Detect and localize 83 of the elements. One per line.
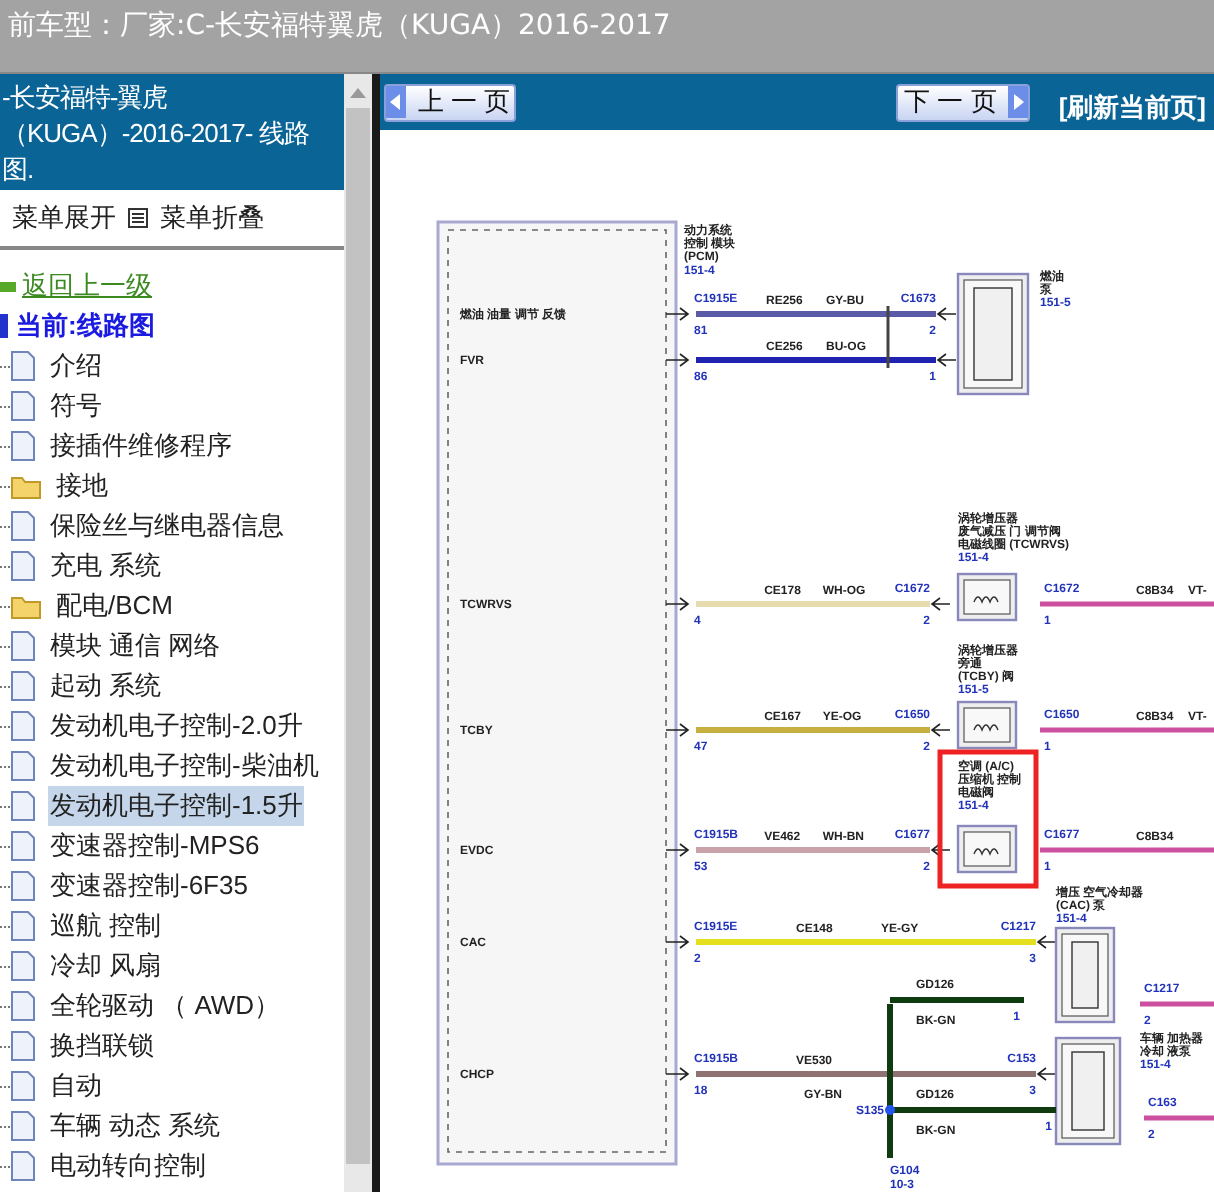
sidebar-title: 图. bbox=[2, 152, 36, 188]
document-icon bbox=[10, 1030, 36, 1062]
document-icon bbox=[10, 1110, 36, 1142]
list-icon bbox=[128, 208, 148, 228]
component-symbol bbox=[956, 700, 1018, 750]
expand-menu-link[interactable]: 菜单展开 bbox=[12, 198, 116, 238]
refresh-link[interactable]: [刷新当前页] bbox=[1058, 88, 1206, 128]
tree-item[interactable]: 电动转向控制 bbox=[48, 1146, 208, 1186]
pin-arrow bbox=[936, 353, 957, 367]
pin-arrow bbox=[930, 843, 951, 857]
tree-item[interactable]: 介绍 bbox=[48, 346, 104, 386]
current-page-label: 当前:线路图 bbox=[16, 308, 155, 345]
sidebar-title: （KUGA）-2016-2017- 线路 bbox=[2, 116, 311, 152]
document-icon bbox=[10, 750, 36, 782]
vehicle-title: 前车型：厂家:C-长安福特翼虎（KUGA）2016-2017 bbox=[8, 10, 671, 42]
document-icon bbox=[10, 510, 36, 542]
output-wire bbox=[1144, 1115, 1214, 1121]
tree-item[interactable]: 冷却 风扇 bbox=[48, 946, 164, 986]
component-symbol bbox=[1054, 1036, 1122, 1146]
tree-item[interactable]: 接插件维修程序 bbox=[48, 426, 234, 466]
folder-icon bbox=[10, 593, 42, 619]
tree-item[interactable]: 起动 系统 bbox=[48, 666, 164, 706]
pin-arrow bbox=[665, 1067, 690, 1081]
tree-item[interactable]: 充电 系统 bbox=[48, 546, 164, 586]
document-icon bbox=[10, 430, 36, 462]
document-icon bbox=[10, 990, 36, 1022]
pin-arrow bbox=[665, 935, 690, 949]
tree-item[interactable]: 全轮驱动 （ AWD） bbox=[48, 986, 283, 1026]
diagram-icon bbox=[0, 314, 8, 338]
next-page-button[interactable]: 下 一 页 bbox=[896, 83, 1031, 121]
pin-arrow bbox=[665, 597, 690, 611]
document-icon bbox=[10, 670, 36, 702]
tree-item[interactable]: 变速器控制-6F35 bbox=[48, 866, 250, 906]
tree-item[interactable]: 模块 通信 网络 bbox=[48, 626, 223, 666]
document-icon bbox=[10, 830, 36, 862]
scroll-up-icon bbox=[350, 88, 366, 98]
document-icon bbox=[10, 390, 36, 422]
pin-arrow bbox=[1036, 1067, 1057, 1081]
sidebar-title: -长安福特-翼虎 bbox=[2, 80, 170, 116]
tree-item[interactable]: 发动机电子控制-1.5升 bbox=[48, 786, 305, 826]
tree-item[interactable]: 发动机电子控制-柴油机 bbox=[48, 746, 321, 786]
document-icon bbox=[10, 710, 36, 742]
tree-item[interactable]: 接地 bbox=[54, 466, 110, 506]
document-icon bbox=[10, 1070, 36, 1102]
tree-item[interactable]: 换挡联锁 bbox=[48, 1026, 156, 1066]
pin-arrow bbox=[665, 353, 690, 367]
back-link[interactable]: 返回上一级 bbox=[22, 266, 152, 306]
document-icon bbox=[10, 350, 36, 382]
tree-item[interactable]: 变速器控制-MPS6 bbox=[48, 826, 262, 866]
component-symbol bbox=[956, 272, 1030, 396]
tree-item[interactable]: 保险丝与继电器信息 bbox=[48, 506, 286, 546]
collapse-menu-link[interactable]: 菜单折叠 bbox=[160, 198, 264, 238]
component-symbol bbox=[956, 572, 1018, 622]
folder-icon bbox=[10, 473, 42, 499]
back-icon bbox=[0, 281, 16, 291]
component-symbol bbox=[956, 824, 1018, 874]
tree-item[interactable]: 巡航 控制 bbox=[48, 906, 164, 946]
scrollbar-thumb[interactable] bbox=[346, 108, 370, 1164]
pin-arrow bbox=[665, 723, 690, 737]
document-icon bbox=[10, 550, 36, 582]
pin-arrow bbox=[665, 307, 690, 321]
tree-item[interactable]: 自动 bbox=[48, 1066, 104, 1106]
component-symbol bbox=[1054, 926, 1116, 1024]
tree-item[interactable]: 符号 bbox=[48, 386, 104, 426]
tree-item[interactable]: 车辆 动态 系统 bbox=[48, 1106, 223, 1146]
document-icon bbox=[10, 870, 36, 902]
document-icon bbox=[10, 1150, 36, 1182]
splice-dot bbox=[885, 1105, 895, 1115]
arrow-left-icon bbox=[386, 86, 406, 118]
previous-page-button[interactable]: 上 一 页 bbox=[384, 83, 516, 121]
tree-item[interactable]: 发动机电子控制-2.0升 bbox=[48, 706, 305, 746]
pin-arrow bbox=[930, 723, 951, 737]
pin-arrow bbox=[930, 597, 951, 611]
pin-arrow bbox=[665, 843, 690, 857]
document-icon bbox=[10, 950, 36, 982]
document-icon bbox=[10, 910, 36, 942]
document-icon bbox=[10, 630, 36, 662]
document-icon bbox=[10, 790, 36, 822]
arrow-right-icon bbox=[1008, 86, 1029, 118]
pin-arrow bbox=[936, 307, 957, 321]
tree-item[interactable]: 配电/BCM bbox=[54, 586, 175, 626]
output-wire bbox=[1140, 1001, 1214, 1007]
pin-arrow bbox=[1036, 935, 1057, 949]
